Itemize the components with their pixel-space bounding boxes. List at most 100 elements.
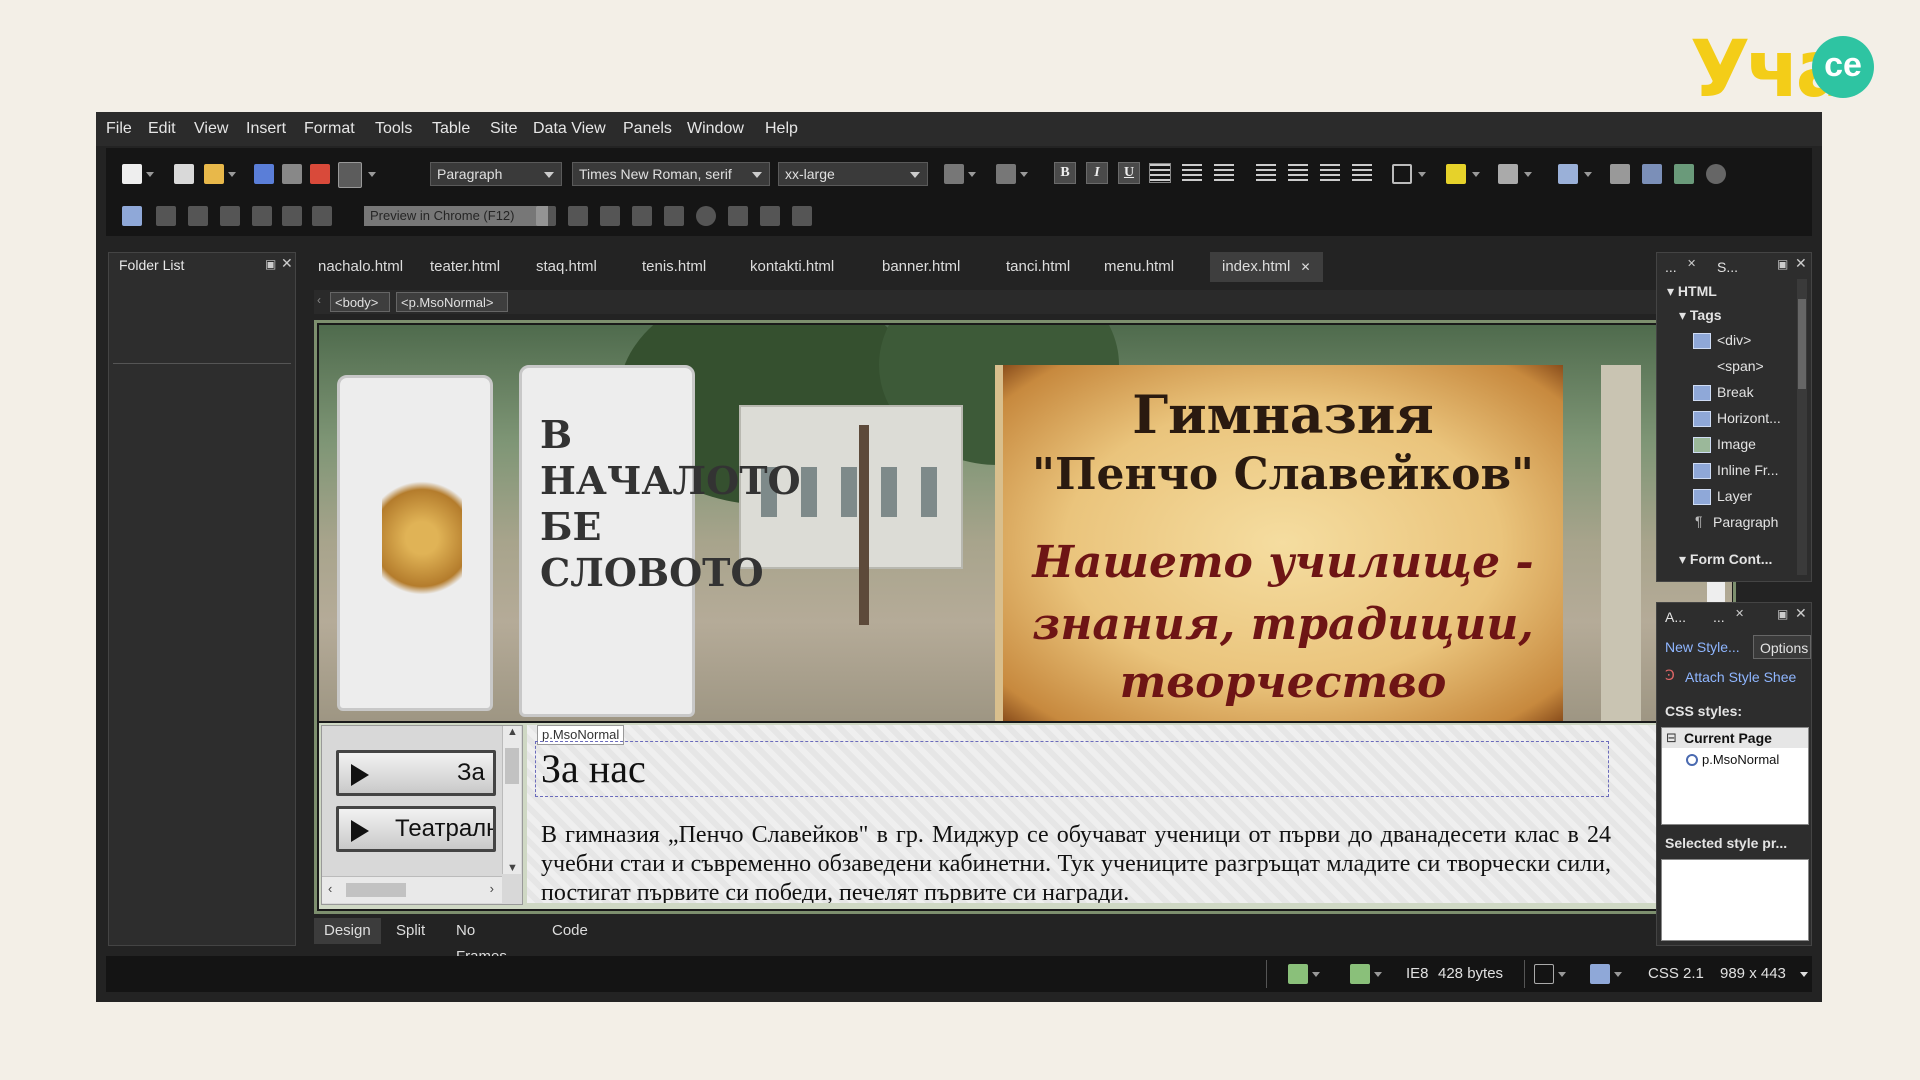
open-folder-icon[interactable]: [204, 164, 224, 184]
tab-split[interactable]: Split: [386, 918, 435, 944]
banner-image[interactable]: В НАЧАЛОТО БЕ СЛОВОТО Гимназия "Пенчо Сл…: [319, 325, 1732, 721]
style-app-icon[interactable]: [1350, 964, 1370, 984]
tool-span[interactable]: <span>: [1717, 358, 1764, 374]
circle-hotspot-icon[interactable]: [696, 206, 716, 226]
tab-design[interactable]: Design: [314, 918, 381, 944]
tab-staq[interactable]: staq.html: [536, 258, 597, 275]
font-color-icon[interactable]: [1498, 164, 1518, 184]
new-style-link[interactable]: New Style...: [1665, 639, 1740, 655]
resample-icon[interactable]: [600, 206, 620, 226]
increase-indent-icon[interactable]: [1352, 164, 1372, 182]
scroll-thumb[interactable]: [505, 748, 519, 784]
table-dropdown-icon[interactable]: [1584, 172, 1592, 177]
tab-no-frames[interactable]: No Frames: [446, 918, 517, 965]
rotate-right-icon[interactable]: [282, 206, 302, 226]
new-page-icon[interactable]: [122, 164, 142, 184]
tab-tenis[interactable]: tenis.html: [642, 258, 706, 275]
font-color-dropdown-icon[interactable]: [1524, 172, 1532, 177]
new-dropdown-icon[interactable]: [146, 172, 154, 177]
scroll-down-icon[interactable]: ▼: [507, 862, 518, 874]
style-item[interactable]: p.MsoNormal: [1702, 752, 1779, 767]
scroll-thumb[interactable]: [346, 883, 406, 897]
picture-icon[interactable]: [1642, 164, 1662, 184]
tool-horizontal-line[interactable]: Horizont...: [1717, 410, 1781, 426]
styles-tab-2[interactable]: ...: [1713, 609, 1725, 625]
nav-button-theatre[interactable]: Театрални: [336, 806, 496, 852]
menu-edit[interactable]: Edit: [148, 120, 176, 138]
pin-icon[interactable]: ▣: [1777, 607, 1788, 621]
tab-code[interactable]: Code: [542, 918, 598, 944]
borders-icon[interactable]: [1392, 164, 1412, 184]
image-tool-icon[interactable]: [122, 206, 142, 226]
scroll-left-icon[interactable]: ‹: [317, 293, 321, 307]
rotate-left-icon[interactable]: [252, 206, 272, 226]
breadcrumb-body[interactable]: <body>: [330, 292, 390, 312]
highlight-icon[interactable]: [1446, 164, 1466, 184]
page-dimensions[interactable]: 989 x 443: [1720, 965, 1786, 982]
line-tool-icon[interactable]: [568, 206, 588, 226]
borders-dropdown-icon[interactable]: [1418, 172, 1426, 177]
tool-break[interactable]: Break: [1717, 384, 1754, 400]
undo-icon[interactable]: [944, 164, 964, 184]
bring-forward-icon[interactable]: [188, 206, 208, 226]
redo-dropdown-icon[interactable]: [1020, 172, 1028, 177]
toolbox-scrollbar[interactable]: [1797, 279, 1807, 575]
style-app-dropdown-icon[interactable]: [1374, 972, 1382, 977]
align-left-icon[interactable]: [1149, 163, 1171, 183]
menu-panels[interactable]: Panels: [623, 120, 672, 138]
flip-icon[interactable]: [312, 206, 332, 226]
browser-compat[interactable]: IE8: [1406, 965, 1429, 982]
close-icon[interactable]: ✕: [1687, 257, 1696, 270]
tree-html[interactable]: ▾ HTML: [1667, 283, 1717, 300]
close-icon[interactable]: ✕: [1795, 255, 1807, 272]
align-center-icon[interactable]: [1182, 164, 1202, 182]
scroll-left-icon[interactable]: ‹: [328, 881, 332, 896]
font-family-select[interactable]: Times New Roman, serif: [572, 162, 770, 186]
layer-icon[interactable]: [1610, 164, 1630, 184]
tab-menu[interactable]: menu.html: [1104, 258, 1174, 275]
styles-tab-1[interactable]: A...: [1665, 609, 1686, 625]
visual-aids-dropdown-icon[interactable]: [1312, 972, 1320, 977]
pin-icon[interactable]: ▣: [265, 257, 276, 271]
toolbox-tab-1[interactable]: ...: [1665, 259, 1677, 275]
numbered-list-icon[interactable]: [1256, 164, 1276, 182]
tab-index[interactable]: index.html ✕: [1210, 252, 1323, 282]
close-icon[interactable]: ✕: [1795, 605, 1807, 622]
polygon-hotspot-icon[interactable]: [728, 206, 748, 226]
collapse-icon[interactable]: ⊟: [1666, 730, 1677, 746]
tab-banner[interactable]: banner.html: [882, 258, 960, 275]
tool-div[interactable]: <div>: [1717, 332, 1751, 348]
thumbnail-icon[interactable]: [156, 206, 176, 226]
bold-button[interactable]: B: [1054, 162, 1076, 184]
design-view[interactable]: В НАЧАЛОТО БЕ СЛОВОТО Гимназия "Пенчо Сл…: [314, 320, 1736, 914]
tree-form-controls[interactable]: ▾ Form Cont...: [1679, 551, 1772, 568]
options-button[interactable]: Options: [1753, 635, 1811, 659]
align-right-icon[interactable]: [1214, 164, 1234, 182]
italic-button[interactable]: I: [1086, 162, 1108, 184]
open-site-icon[interactable]: [174, 164, 194, 184]
save-all-icon[interactable]: [282, 164, 302, 184]
scroll-up-icon[interactable]: ▲: [507, 726, 518, 738]
navigation-frame[interactable]: За нас Театрални ▲ ▼ ‹ ›: [321, 725, 523, 905]
restore-icon[interactable]: [792, 206, 812, 226]
menu-help[interactable]: Help: [765, 120, 798, 138]
close-icon[interactable]: ✕: [281, 255, 293, 272]
scroll-thumb[interactable]: [1798, 299, 1806, 389]
paragraph-style-select[interactable]: Paragraph: [430, 162, 562, 186]
menu-file[interactable]: File: [106, 120, 132, 138]
schema-icon[interactable]: [1590, 964, 1610, 984]
tab-teater[interactable]: teater.html: [430, 258, 500, 275]
circle-icon[interactable]: [1706, 164, 1726, 184]
tree-tags[interactable]: ▾ Tags: [1679, 307, 1722, 324]
redo-icon[interactable]: [996, 164, 1016, 184]
menu-site[interactable]: Site: [490, 120, 518, 138]
selected-paragraph-outline[interactable]: [535, 741, 1609, 797]
menu-tools[interactable]: Tools: [375, 120, 412, 138]
quick-tag-icon[interactable]: [1534, 964, 1554, 984]
close-icon[interactable]: ✕: [1735, 607, 1744, 620]
menu-format[interactable]: Format: [304, 120, 355, 138]
content-frame[interactable]: p.MsoNormal За нас В гимназия „Пенчо Сла…: [527, 725, 1727, 903]
save-icon[interactable]: [254, 164, 274, 184]
insert-table-icon[interactable]: [1558, 164, 1578, 184]
tool-layer[interactable]: Layer: [1717, 488, 1752, 504]
